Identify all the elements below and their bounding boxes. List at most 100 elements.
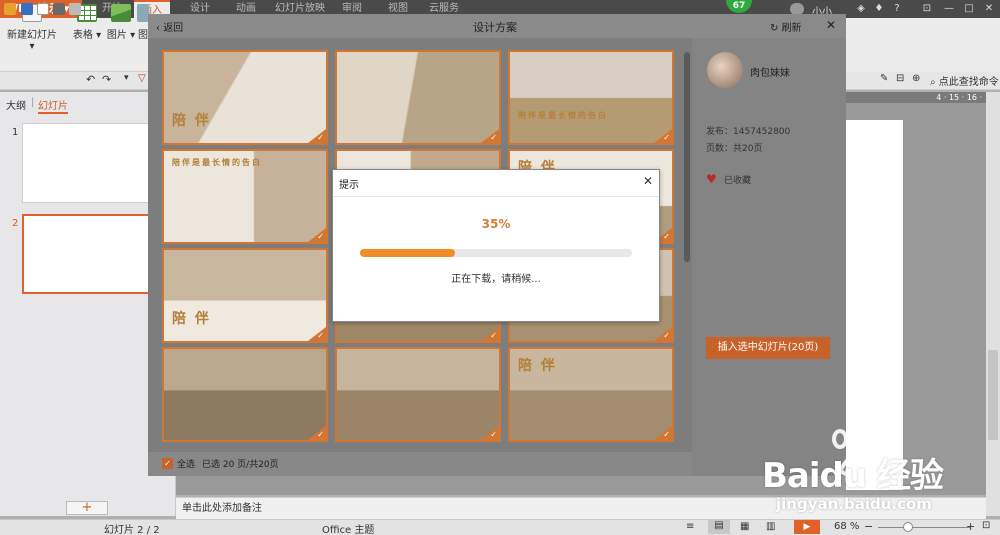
template-thumbnail[interactable]: 陪 伴 ✓ (162, 50, 328, 145)
check-icon: ✓ (317, 430, 324, 439)
search-icon: ⌕ (930, 77, 939, 88)
redo-icon[interactable]: ↷ (102, 73, 111, 86)
print-icon[interactable] (53, 3, 65, 15)
check-icon: ✓ (663, 331, 670, 340)
thumbnail-caption: 陪伴是最长情的告白 (172, 158, 262, 167)
slide-number: 2 (12, 218, 19, 229)
shape-label: 图 (138, 30, 148, 41)
publish-info: 发布：1457452800 (706, 127, 791, 137)
check-icon: ✓ (490, 133, 497, 142)
search-commands[interactable]: ⌕ 点此查找命令 (930, 73, 999, 88)
add-slide-button[interactable]: + (66, 501, 108, 515)
zoom-out-button[interactable]: − (864, 520, 873, 533)
slide-thumbnail-1[interactable] (22, 123, 152, 203)
template-thumbnail[interactable]: 陪伴是最长情的告白 ✓ (162, 149, 328, 244)
thumbnail-caption: 陪 伴 (172, 113, 211, 129)
export-icon[interactable] (37, 3, 49, 15)
check-icon: ✓ (663, 133, 670, 142)
check-icon: ✓ (490, 430, 497, 439)
template-thumbnail[interactable]: 陪 伴 ✓ (162, 248, 328, 343)
select-all-checkbox[interactable]: ✓ (162, 458, 173, 469)
slide-number: 1 (12, 127, 19, 138)
heart-icon[interactable]: ♥ (706, 172, 717, 186)
tab-slides[interactable]: 幻灯片 (38, 97, 68, 114)
template-thumbnail[interactable]: 陪伴是最长情的告白 ✓ (508, 50, 674, 145)
author-name: 肉包妹妹 (750, 68, 790, 79)
notes-toggle-icon[interactable]: ≡ (686, 521, 694, 532)
shirt-icon[interactable]: ♦ (870, 2, 888, 16)
author-avatar (707, 52, 743, 88)
watermark-url: jingyan.baidu.com (776, 495, 932, 513)
check-icon: ✓ (317, 133, 324, 142)
thumbnail-caption: 陪 伴 (172, 311, 211, 327)
dialog-title: 设计方案 (473, 21, 517, 34)
ruler: 4 · 15 · 16 · (846, 92, 986, 103)
check-icon: ✓ (490, 331, 497, 340)
insert-selected-slides-button[interactable]: 插入选中幻灯片(20页) (706, 337, 830, 359)
undo-icon[interactable]: ↶ (86, 73, 95, 86)
search-commands-label: 点此查找命令 (938, 77, 999, 88)
fit-window-icon[interactable]: ⊡ (982, 520, 990, 531)
zoom-in-button[interactable]: + (966, 520, 975, 533)
prompt-title: 提示 (339, 180, 359, 191)
doc-icon[interactable]: ⊟ (896, 73, 904, 84)
vertical-scrollbar[interactable] (986, 92, 1000, 516)
pane-tab-divider: | (31, 97, 35, 108)
close-window-icon[interactable]: ✕ (980, 2, 998, 16)
table-label: 表格 (72, 30, 93, 41)
back-button[interactable]: ‹ 返回 (156, 19, 183, 34)
zoom-slider-handle[interactable] (903, 522, 913, 532)
help-icon[interactable]: ? (888, 2, 906, 16)
format-painter-icon[interactable]: ▽ (138, 73, 146, 84)
customize-dropdown-icon[interactable]: ▾ (124, 73, 129, 83)
select-all-label[interactable]: 全选 (177, 457, 195, 470)
download-prompt (332, 169, 660, 322)
save-icon[interactable] (21, 3, 33, 15)
download-percent: 35% (481, 217, 511, 231)
dialog-scrollbar[interactable] (684, 52, 690, 262)
tool-icon[interactable]: ✎ (880, 73, 888, 84)
favorited-label: 已收藏 (724, 176, 752, 186)
share-icon[interactable]: ⊕ (912, 73, 920, 84)
picture-label: 图片 (106, 30, 127, 41)
zoom-slider[interactable] (878, 527, 970, 528)
download-message: 正在下载，请稍候... (451, 274, 541, 285)
minimize-icon[interactable]: — (940, 2, 958, 16)
check-icon: ✓ (317, 331, 324, 340)
ribbon-right-area (846, 18, 1000, 72)
scrollbar-thumb[interactable] (988, 350, 998, 440)
check-icon: ✓ (663, 232, 670, 241)
maximize-icon[interactable]: □ (960, 2, 978, 16)
open-icon[interactable] (4, 3, 16, 15)
template-thumbnail[interactable]: ✓ (335, 347, 501, 442)
sorter-view-icon[interactable]: ▦ (740, 521, 749, 532)
thumbnail-caption: 陪伴是最长情的告白 (518, 111, 608, 120)
tab-outline[interactable]: 大纲 (6, 97, 26, 112)
thumbnail-caption: 陪 伴 (518, 358, 557, 374)
skin-icon[interactable]: ◈ (852, 2, 870, 16)
restore-ribbon-icon[interactable]: ⊡ (918, 2, 936, 16)
refresh-button[interactable]: ↻ 刷新 (770, 19, 802, 34)
reading-view-icon[interactable]: ▥ (766, 521, 775, 532)
selection-summary: 已选 20 页/共20页 (202, 460, 279, 470)
normal-view-icon[interactable]: ▤ (708, 520, 730, 534)
slide-thumbnail-2[interactable] (22, 214, 152, 294)
theme-name[interactable]: Office 主题 (322, 521, 374, 535)
play-slideshow-icon[interactable]: ▶ (794, 520, 820, 534)
watermark-brand: Baidu 经验 (762, 456, 944, 496)
template-thumbnail[interactable]: ✓ (162, 347, 328, 442)
prompt-close-button[interactable]: ✕ (643, 174, 653, 188)
preview-icon[interactable] (69, 3, 81, 15)
back-label: 返回 (163, 23, 184, 34)
prompt-divider (333, 196, 659, 197)
progress-fill (360, 249, 456, 257)
refresh-icon: ↻ (770, 23, 782, 34)
check-icon: ✓ (663, 430, 670, 439)
template-info-panel (692, 38, 846, 476)
template-thumbnail[interactable]: 陪 伴 ✓ (508, 347, 674, 442)
template-thumbnail[interactable]: ✓ (335, 50, 501, 145)
dialog-close-button[interactable]: ✕ (826, 18, 836, 32)
refresh-label: 刷新 (781, 23, 802, 34)
picture-button[interactable]: 图片 ▾ (106, 4, 136, 50)
zoom-level[interactable]: 68 % (834, 521, 859, 532)
